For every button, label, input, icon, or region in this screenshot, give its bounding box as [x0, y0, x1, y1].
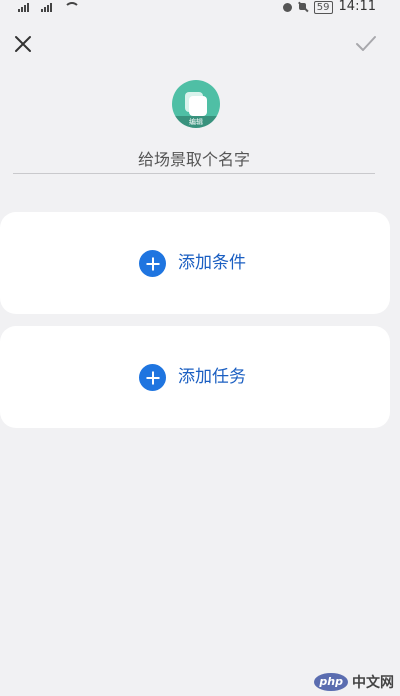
wifi-icon: [64, 2, 80, 12]
status-time: 14:11: [338, 0, 376, 14]
scene-name-input[interactable]: [13, 145, 375, 174]
mute-icon: [298, 2, 308, 12]
close-icon: [15, 36, 31, 52]
checkmark-icon: [356, 36, 376, 51]
alarm-icon: [282, 2, 292, 12]
add-task-label: 添加任务: [178, 367, 246, 387]
confirm-button[interactable]: [352, 30, 380, 58]
add-condition-card[interactable]: 添加条件: [0, 212, 390, 314]
signal-icon: [18, 2, 29, 12]
scene-cards-icon-front: [189, 96, 207, 116]
watermark-text: 中文网: [352, 675, 394, 691]
plus-circle-icon: [139, 250, 166, 277]
status-bar: 59 14:11: [0, 0, 400, 18]
status-left: [18, 0, 80, 14]
add-task-card[interactable]: 添加任务: [0, 326, 390, 428]
signal-icon: [41, 2, 52, 12]
plus-circle-icon: [139, 364, 166, 391]
close-button[interactable]: [11, 32, 35, 56]
avatar-edit-caption: 编辑: [172, 116, 220, 128]
add-condition-button[interactable]: 添加条件: [139, 250, 246, 277]
status-right: 59 14:11: [282, 0, 376, 14]
add-condition-label: 添加条件: [178, 253, 246, 273]
watermark-badge: php: [314, 673, 348, 691]
battery-indicator: 59: [313, 0, 333, 14]
site-watermark: php 中文网: [314, 672, 394, 692]
add-task-button[interactable]: 添加任务: [139, 364, 246, 391]
scene-avatar-button[interactable]: 编辑: [172, 80, 220, 128]
